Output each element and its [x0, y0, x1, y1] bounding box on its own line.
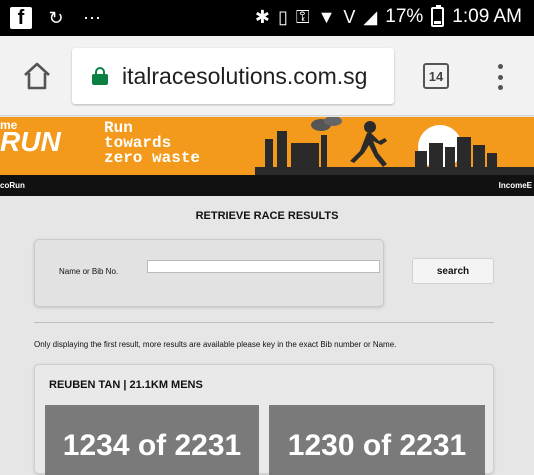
home-icon [24, 62, 50, 90]
category-rank: 1230 of 2231 [269, 405, 485, 475]
battery-percent: 17% [385, 6, 424, 27]
address-bar[interactable]: italracesolutions.com.sg [72, 48, 394, 104]
signal-icon: ◢ [363, 6, 378, 27]
banner-footer-left: coRun [0, 181, 25, 190]
tab-switcher-button[interactable]: 14 [423, 63, 449, 89]
sync-icon: ↻ [48, 7, 64, 28]
clock: 1:09 AM [452, 6, 522, 27]
status-bar: f ↻ ⋯ ✱ ▯ ⚿ ▼ V ◢ 17% 1:09 AM [0, 0, 534, 36]
lock-icon [92, 67, 108, 85]
page-title: RETRIEVE RACE RESULTS [195, 210, 339, 222]
more-notifications-icon: ⋯ [83, 7, 101, 28]
browser-toolbar: italracesolutions.com.sg 14 [0, 36, 534, 116]
overflow-menu-button[interactable] [496, 64, 504, 90]
search-panel: Name or Bib No. [34, 239, 384, 307]
battery-icon [431, 5, 445, 27]
banner-footer: coRun IncomeE [0, 175, 534, 196]
search-button[interactable]: search [412, 258, 494, 284]
volte-icon: V [343, 6, 356, 27]
home-button[interactable] [22, 62, 52, 90]
facebook-icon: f [10, 7, 32, 29]
key-icon: ⚿ [295, 6, 310, 27]
brand-logo: me RUN [0, 118, 61, 157]
runner-name: REUBEN TAN | 21.1KM MENS [49, 379, 203, 391]
banner-footer-right: IncomeE [498, 181, 532, 190]
event-banner: me RUN Run towards zero waste [0, 117, 534, 175]
vibrate-icon: ▯ [277, 6, 288, 27]
search-label: Name or Bib No. [59, 267, 119, 276]
overall-rank: 1234 of 2231 [45, 405, 259, 475]
divider [34, 322, 494, 323]
wifi-icon: ▼ [317, 6, 336, 27]
search-input[interactable] [147, 260, 380, 273]
bluetooth-icon: ✱ [254, 6, 270, 27]
result-card: REUBEN TAN | 21.1KM MENS 1234 of 2231 12… [34, 364, 494, 475]
banner-illustration [255, 117, 534, 175]
results-notice: Only displaying the first result, more r… [34, 340, 397, 349]
url-text: italracesolutions.com.sg [122, 62, 368, 89]
banner-tagline: Run towards zero waste [104, 119, 201, 167]
results-page: RETRIEVE RACE RESULTS Name or Bib No. se… [0, 196, 534, 475]
